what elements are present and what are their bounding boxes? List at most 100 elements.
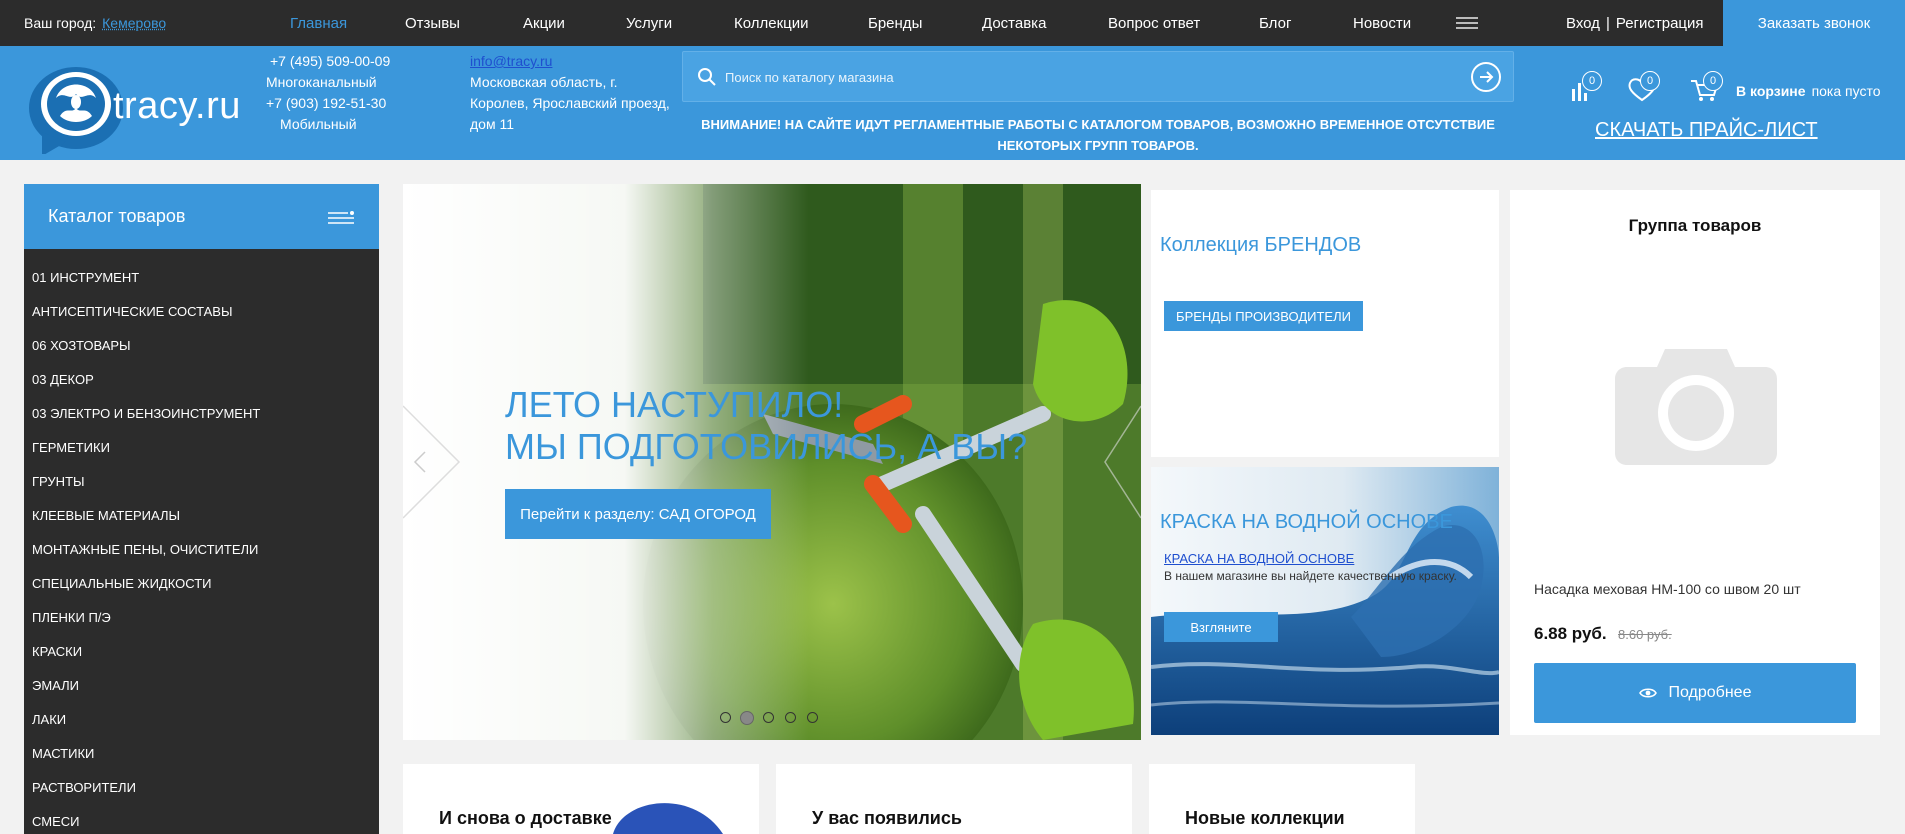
slider-dot[interactable]	[763, 712, 774, 723]
catalog-item[interactable]: ГЕРМЕТИКИ	[32, 440, 110, 455]
slider-dot[interactable]	[720, 712, 731, 723]
catalog-item[interactable]: КЛЕЕВЫЕ МАТЕРИАЛЫ	[32, 508, 180, 523]
catalog-item[interactable]: МОНТАЖНЫЕ ПЕНЫ, ОЧИСТИТЕЛИ	[32, 542, 258, 557]
search-bar	[682, 51, 1514, 102]
slider-next-arrow-icon[interactable]	[1101, 402, 1141, 522]
compare-button[interactable]: 0	[1568, 71, 1602, 103]
catalog-item[interactable]: ГРУНТЫ	[32, 474, 85, 489]
nav-services[interactable]: Услуги	[626, 15, 672, 32]
paint-card-description: В нашем магазине вы найдете качественную…	[1164, 569, 1457, 583]
nav-blog[interactable]: Блог	[1259, 15, 1291, 32]
catalog-header[interactable]: Каталог товаров	[24, 184, 379, 249]
address-text: Московская область, г. Королев, Ярославс…	[470, 74, 670, 132]
catalog-item[interactable]: ЭМАЛИ	[32, 678, 79, 693]
product-old-price: 8.60 руб.	[1618, 627, 1672, 642]
camera-placeholder-icon	[1615, 349, 1777, 465]
brands-button[interactable]: БРЕНДЫ ПРОИЗВОДИТЕЛИ	[1164, 301, 1363, 331]
nav-brands[interactable]: Бренды	[868, 15, 922, 32]
product-group-card: Группа товаров Насадка меховая НМ-100 со…	[1510, 190, 1880, 735]
auth-separator: |	[1605, 15, 1610, 32]
catalog-item[interactable]: СМЕСИ	[32, 814, 79, 829]
search-icon	[698, 68, 716, 86]
delivery-cap-image	[613, 803, 723, 834]
water-paint-card: КРАСКА НА ВОДНОЙ ОСНОВЕ КРАСКА НА ВОДНОЙ…	[1151, 467, 1499, 735]
product-details-button[interactable]: Подробнее	[1534, 663, 1856, 723]
hero-title-line1: ЛЕТО НАСТУПИЛО!	[505, 384, 844, 425]
download-pricelist-link[interactable]: СКАЧАТЬ ПРАЙС-ЛИСТ	[1595, 119, 1818, 142]
hero-title-line2: МЫ ПОДГОТОВИЛИСЬ, А ВЫ?	[505, 426, 1028, 467]
search-submit-arrow-icon[interactable]	[1471, 62, 1501, 92]
bottom-card-title: Новые коллекции	[1185, 808, 1345, 828]
cart-label: В корзине	[1736, 83, 1806, 99]
phone-mobile-label: Мобильный	[280, 116, 357, 132]
catalog-item[interactable]: 06 ХОЗТОВАРЫ	[32, 338, 131, 353]
delivery-article-card[interactable]: И снова о доставке	[403, 764, 759, 834]
cart-count-badge: 0	[1703, 71, 1723, 91]
slider-dot[interactable]	[807, 712, 818, 723]
catalog-item[interactable]: КРАСКИ	[32, 644, 82, 659]
phone-mobile[interactable]: +7 (903) 192-51-30	[266, 93, 390, 114]
nav-delivery[interactable]: Доставка	[982, 15, 1046, 32]
register-link[interactable]: Регистрация	[1616, 15, 1704, 32]
hero-title: ЛЕТО НАСТУПИЛО! МЫ ПОДГОТОВИЛИСЬ, А ВЫ?	[505, 384, 1027, 468]
catalog-item[interactable]: 03 ЭЛЕКТРО И БЕНЗОИНСТРУМЕНТ	[32, 406, 260, 421]
cart-status-text: пока пусто	[1811, 83, 1881, 99]
product-group-title: Группа товаров	[1628, 216, 1762, 235]
catalog-item[interactable]: 03 ДЕКОР	[32, 372, 94, 387]
paint-view-button[interactable]: Взгляните	[1164, 612, 1278, 642]
brands-collection-card: Коллекция БРЕНДОВ БРЕНДЫ ПРОИЗВОДИТЕЛИ	[1151, 190, 1499, 457]
brands-card-title: Коллекция БРЕНДОВ	[1160, 234, 1362, 256]
cart-button[interactable]: 0	[1689, 71, 1723, 103]
catalog-item[interactable]: 01 ИНСТРУМЕНТ	[32, 270, 139, 285]
nav-reviews[interactable]: Отзывы	[405, 15, 460, 32]
product-price: 6.88 руб.	[1534, 624, 1607, 643]
logo-text[interactable]: tracy.ru	[113, 85, 241, 128]
bottom-card-title: И снова о доставке	[439, 808, 612, 828]
city-name-link[interactable]: Кемерово	[102, 15, 166, 31]
city-selector: Ваш город: Кемерово	[24, 15, 166, 31]
nav-promotions[interactable]: Акции	[523, 15, 565, 32]
catalog-item[interactable]: РАСТВОРИТЕЛИ	[32, 780, 136, 795]
catalog-item[interactable]: СПЕЦИАЛЬНЫЕ ЖИДКОСТИ	[32, 576, 212, 591]
favorites-count-badge: 0	[1640, 71, 1660, 91]
catalog-menu-icon	[328, 211, 354, 224]
nav-faq[interactable]: Вопрос ответ	[1108, 15, 1200, 32]
paint-card-link[interactable]: КРАСКА НА ВОДНОЙ ОСНОВЕ	[1164, 551, 1354, 566]
questions-article-card[interactable]: У вас появились	[776, 764, 1132, 834]
slider-prev-arrow-icon[interactable]	[403, 402, 467, 522]
catalog-title: Каталог товаров	[48, 206, 186, 226]
hero-section-button[interactable]: Перейти к разделу: САД ОГОРОД	[505, 489, 771, 539]
city-label: Ваш город:	[24, 15, 97, 31]
catalog-item[interactable]: АНТИСЕПТИЧЕСКИЕ СОСТАВЫ	[32, 304, 232, 319]
search-input[interactable]	[725, 67, 1425, 87]
cart-status[interactable]: В корзине пока пусто	[1736, 83, 1881, 99]
email-link[interactable]: info@tracy.ru	[470, 51, 670, 72]
bottom-card-title: У вас появились	[812, 808, 962, 828]
phone-main-label: Многоканальный	[266, 74, 377, 90]
maintenance-notice: ВНИМАНИЕ! НА САЙТЕ ИДУТ РЕГЛАМЕНТНЫЕ РАБ…	[701, 117, 1495, 153]
catalog-item[interactable]: ПЛЕНКИ П/Э	[32, 610, 111, 625]
slider-dot[interactable]	[785, 712, 796, 723]
product-details-label: Подробнее	[1668, 684, 1752, 701]
product-name[interactable]: Насадка меховая НМ-100 со швом 20 шт	[1534, 581, 1801, 597]
phone-main[interactable]: +7 (495) 509-00-09	[266, 51, 390, 72]
nav-news[interactable]: Новости	[1353, 15, 1411, 32]
ocean-wave-image	[1151, 467, 1499, 735]
auth-links: Вход | Регистрация	[1566, 15, 1704, 32]
catalog-list: 01 ИНСТРУМЕНТ АНТИСЕПТИЧЕСКИЕ СОСТАВЫ 06…	[24, 249, 379, 834]
nav-home[interactable]: Главная	[290, 15, 347, 32]
more-menu-icon[interactable]	[1456, 17, 1478, 30]
new-collections-card[interactable]: Новые коллекции	[1149, 764, 1415, 834]
nav-collections[interactable]: Коллекции	[734, 15, 809, 32]
favorites-button[interactable]: 0	[1626, 71, 1660, 103]
callback-button[interactable]: Заказать звонок	[1723, 0, 1905, 46]
slider-dot-active[interactable]	[740, 710, 754, 725]
address-block: info@tracy.ru Московская область, г. Кор…	[470, 51, 670, 135]
catalog-item[interactable]: МАСТИКИ	[32, 746, 94, 761]
eye-icon	[1638, 688, 1657, 698]
contacts-block: +7 (495) 509-00-09 Многоканальный +7 (90…	[266, 51, 390, 135]
catalog-item[interactable]: ЛАКИ	[32, 712, 66, 727]
hero-slider: ЛЕТО НАСТУПИЛО! МЫ ПОДГОТОВИЛИСЬ, А ВЫ? …	[403, 184, 1141, 740]
login-link[interactable]: Вход	[1566, 15, 1600, 32]
paint-card-title: КРАСКА НА ВОДНОЙ ОСНОВЕ	[1160, 511, 1453, 533]
